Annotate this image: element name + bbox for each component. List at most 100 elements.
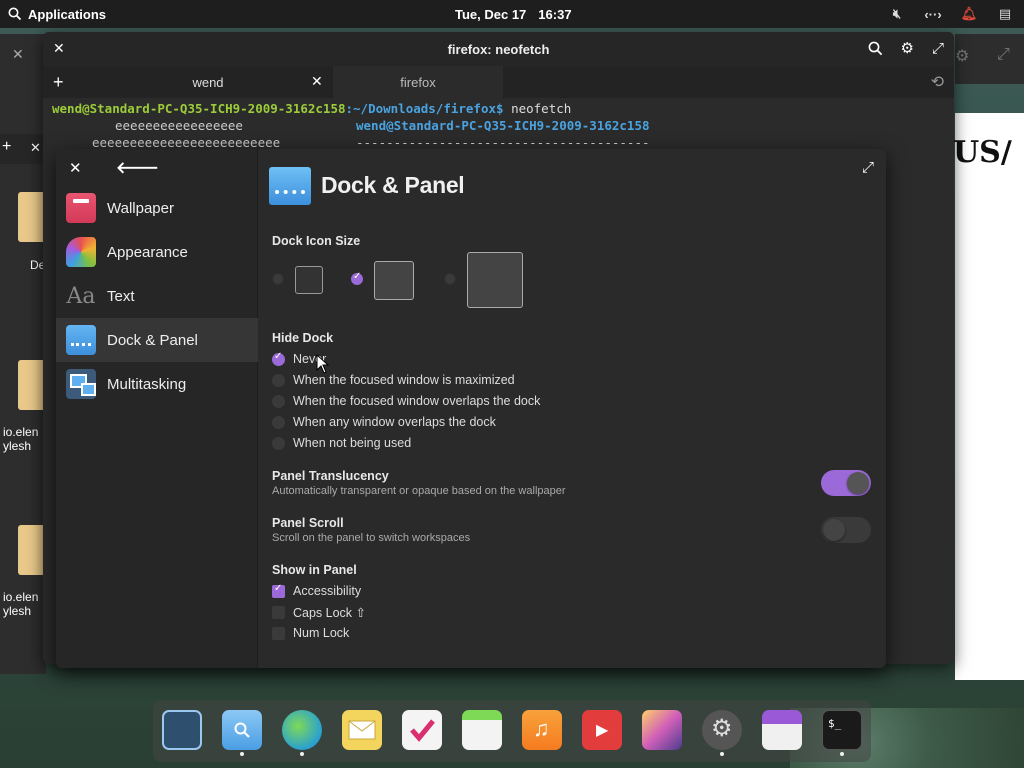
dock-item-files[interactable]	[222, 710, 262, 750]
dock-item-music[interactable]: ♫	[522, 710, 562, 750]
running-indicator	[840, 752, 844, 756]
expand-icon[interactable]: ⤢	[932, 40, 944, 57]
folder-icon[interactable]	[18, 192, 44, 242]
panel-translucency-switch[interactable]	[821, 470, 871, 496]
dock-icon	[66, 325, 96, 355]
session-icon[interactable]: ▤	[996, 5, 1014, 23]
icon-size-small-radio[interactable]	[272, 273, 284, 285]
envelope-icon	[348, 720, 376, 740]
show-in-panel-option[interactable]: Num Lock	[272, 625, 349, 641]
radio-button[interactable]	[272, 436, 285, 450]
dock-item-terminal[interactable]: $_	[822, 710, 862, 750]
show-in-panel-heading: Show in Panel	[272, 563, 357, 577]
folder-icon[interactable]	[18, 360, 44, 410]
background-window-right: ⚙ ⤢	[955, 34, 1024, 84]
close-icon[interactable]: ✕	[30, 140, 41, 156]
close-icon[interactable]: ✕	[53, 40, 65, 57]
dock: ♫ ▶ ⚙ $_	[153, 700, 871, 762]
hide-dock-option[interactable]: When the focused window overlaps the doc…	[272, 393, 540, 409]
appearance-icon	[66, 237, 96, 267]
wallpaper-icon	[66, 193, 96, 223]
search-icon	[234, 722, 250, 738]
dock-item-mail[interactable]	[342, 710, 382, 750]
gear-icon[interactable]: ⚙	[901, 39, 914, 57]
page-title: Dock & Panel	[321, 172, 465, 198]
notifications-icon[interactable]: 🔔︎	[960, 5, 978, 23]
terminal-prompt-icon: $_	[828, 717, 842, 730]
puzzle-icon[interactable]: ⚙	[955, 46, 969, 66]
tab-wend[interactable]: wend	[73, 66, 343, 98]
sidebar-item-appearance[interactable]: Appearance	[56, 230, 258, 274]
history-icon[interactable]: ⟲	[931, 72, 944, 92]
icon-size-large-preview[interactable]	[467, 252, 523, 308]
background-window-left: ✕	[0, 34, 46, 674]
sidebar-item-multitasking[interactable]: Multitasking	[56, 362, 258, 406]
back-arrow-icon[interactable]: 🡐	[116, 157, 159, 178]
hide-dock-heading: Hide Dock	[272, 331, 334, 345]
desktop-label: io.elen	[3, 425, 39, 439]
date-label: Tue, Dec 17	[455, 6, 527, 22]
dock-item-system-settings[interactable]: ⚙	[702, 710, 742, 750]
dock-icon-size-heading: Dock Icon Size	[272, 234, 361, 248]
icon-size-large-radio[interactable]	[444, 273, 456, 285]
folder-icon[interactable]	[18, 525, 44, 575]
checkbox[interactable]	[272, 605, 285, 619]
firefox-page: US/	[953, 113, 1024, 680]
tab-firefox[interactable]: firefox	[333, 66, 503, 98]
hide-dock-option[interactable]: When any window overlaps the dock	[272, 414, 496, 430]
close-icon[interactable]: ✕	[69, 159, 82, 177]
text-icon: Aa	[66, 283, 96, 309]
new-tab-icon[interactable]: +	[53, 72, 64, 93]
dock-item-calendar[interactable]	[462, 710, 502, 750]
icon-size-medium-preview[interactable]	[374, 261, 414, 300]
settings-sidebar: ✕ 🡐 Wallpaper Appearance Aa Text Dock & …	[56, 149, 258, 668]
datetime-indicator[interactable]: Tue, Dec 17 16:37	[455, 7, 572, 22]
dock-item-app-store[interactable]	[762, 710, 802, 750]
dock-item-videos[interactable]: ▶	[582, 710, 622, 750]
radio-button[interactable]	[272, 373, 285, 387]
dock-item-multitasking-view[interactable]	[162, 710, 202, 750]
show-in-panel-option[interactable]: Caps Lock ⇧	[272, 604, 366, 620]
tab-label: wend	[192, 74, 224, 90]
desktop-label: io.elen	[3, 590, 39, 604]
checkbox[interactable]	[272, 626, 285, 640]
expand-icon[interactable]: ⤢	[997, 46, 1010, 64]
sidebar-item-wallpaper[interactable]: Wallpaper	[56, 186, 258, 230]
plus-icon[interactable]: +	[2, 138, 11, 156]
window-title: firefox: neofetch	[447, 41, 550, 57]
network-icon[interactable]: ‹··›	[924, 5, 942, 23]
radio-button[interactable]	[272, 351, 285, 366]
running-indicator	[300, 752, 304, 756]
hide-dock-option[interactable]: When not being used	[272, 435, 411, 451]
close-tab-icon[interactable]: ✕	[311, 73, 323, 90]
dock-panel-icon	[269, 167, 311, 205]
page-text: US/	[953, 135, 1012, 170]
close-icon[interactable]: ✕	[12, 46, 24, 63]
icon-size-small-preview[interactable]	[295, 266, 323, 294]
checkbox[interactable]	[272, 583, 285, 598]
applications-menu[interactable]: Applications	[8, 7, 106, 22]
sidebar-item-dock-panel[interactable]: Dock & Panel	[56, 318, 258, 362]
radio-button[interactable]	[272, 394, 285, 408]
sound-muted-icon[interactable]: 🔇︎	[888, 5, 906, 23]
dock-item-web-browser[interactable]	[282, 710, 322, 750]
dock-item-photos[interactable]	[642, 710, 682, 750]
panel-translucency-description: Automatically transparent or opaque base…	[272, 485, 566, 497]
panel-scroll-switch[interactable]	[821, 517, 871, 543]
sidebar-item-label: Dock & Panel	[107, 331, 198, 349]
multitasking-icon	[66, 369, 96, 399]
desktop-label: ylesh	[3, 604, 32, 618]
sidebar-item-text[interactable]: Aa Text	[56, 274, 258, 318]
show-in-panel-option[interactable]: Accessibility	[272, 583, 361, 599]
settings-window: ✕ 🡐 Wallpaper Appearance Aa Text Dock & …	[56, 149, 886, 668]
background-window-strip: + ✕	[0, 134, 46, 164]
search-icon[interactable]	[868, 41, 883, 56]
radio-button[interactable]	[272, 415, 285, 429]
terminal-output[interactable]: wend@Standard-PC-Q35-ICH9-2009-3162c158:…	[43, 98, 954, 151]
dock-item-tasks[interactable]	[402, 710, 442, 750]
expand-icon[interactable]: ⤢	[862, 159, 874, 176]
hide-dock-option[interactable]: When the focused window is maximized	[272, 372, 515, 388]
running-indicator	[240, 752, 244, 756]
sidebar-item-label: Appearance	[107, 243, 188, 261]
icon-size-medium-radio[interactable]	[351, 271, 363, 285]
